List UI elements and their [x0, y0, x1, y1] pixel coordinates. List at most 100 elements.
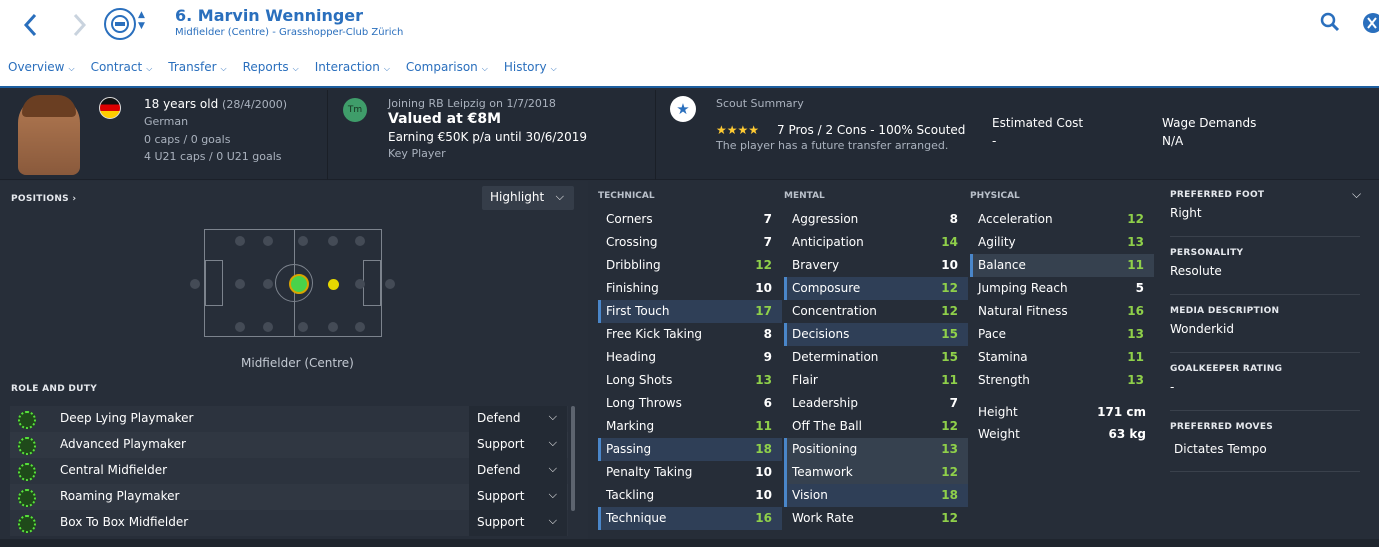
scout-star-icon[interactable]: ★ — [670, 96, 696, 122]
attribute-name: Bravery — [792, 258, 840, 272]
attribute-name: Natural Fitness — [978, 304, 1068, 318]
club-badge[interactable]: Tm — [343, 98, 367, 122]
attribute-value: 13 — [941, 442, 958, 456]
position-dot — [355, 322, 365, 332]
globe-icon[interactable] — [1362, 12, 1379, 34]
tab-transfer[interactable]: Transfer ⌵ — [168, 60, 226, 80]
forward-arrow-icon[interactable] — [64, 10, 94, 40]
attribute-row[interactable]: Free Kick Taking 8 — [598, 323, 782, 346]
side-info-panel: PREFERRED FOOT Right ⌵ PERSONALITY Resol… — [1160, 181, 1370, 539]
attribute-row[interactable]: Determination 15 — [784, 346, 968, 369]
role-row[interactable]: Deep Lying Playmaker Defend ⌵ — [10, 406, 568, 432]
attribute-row[interactable]: Technique 16 — [598, 507, 782, 530]
role-name: Roaming Playmaker — [60, 489, 180, 503]
role-name: Advanced Playmaker — [60, 437, 186, 451]
club-crest-icon[interactable] — [104, 8, 136, 40]
preferred-move[interactable]: Dictates Tempo — [1174, 442, 1360, 456]
role-row[interactable]: Central Midfielder Defend ⌵ — [10, 458, 568, 484]
position-dot — [298, 322, 308, 332]
attribute-row[interactable]: Passing 18 — [598, 438, 782, 461]
role-row[interactable]: Box To Box Midfielder Support ⌵ — [10, 510, 568, 536]
tab-comparison[interactable]: Comparison ⌵ — [406, 60, 488, 80]
weight-value: 63 kg — [1108, 427, 1146, 441]
chevron-down-icon: ⌵ — [555, 190, 564, 203]
role-row[interactable]: Advanced Playmaker Support ⌵ — [10, 432, 568, 458]
attribute-row[interactable]: Bravery 10 — [784, 254, 968, 277]
attribute-row[interactable]: Leadership 7 — [784, 392, 968, 415]
attribute-row[interactable]: Finishing 10 — [598, 277, 782, 300]
attribute-value: 12 — [941, 511, 958, 525]
duty-dropdown[interactable]: Support ⌵ — [469, 484, 567, 510]
attribute-row[interactable]: Positioning 13 — [784, 438, 968, 461]
player-age: 18 years old — [144, 97, 219, 111]
wage-value: N/A — [1162, 134, 1184, 148]
search-icon[interactable] — [1320, 12, 1340, 32]
chevron-down-icon[interactable]: ⌵ — [1352, 187, 1361, 202]
attribute-name: Free Kick Taking — [606, 327, 703, 341]
positions-link[interactable]: POSITIONS › — [11, 194, 76, 204]
attribute-row[interactable]: Crossing 7 — [598, 231, 782, 254]
attribute-row[interactable]: Agility 13 — [970, 231, 1154, 254]
attribute-name: Balance — [978, 258, 1026, 272]
attribute-row[interactable]: Teamwork 12 — [784, 461, 968, 484]
tab-interaction[interactable]: Interaction ⌵ — [315, 60, 390, 80]
attribute-row[interactable]: Long Throws 6 — [598, 392, 782, 415]
attribute-row[interactable]: Jumping Reach 5 — [970, 277, 1154, 300]
attribute-row[interactable]: Flair 11 — [784, 369, 968, 392]
attribute-row[interactable]: First Touch 17 — [598, 300, 782, 323]
natural-position-marker — [289, 274, 309, 294]
attribute-row[interactable]: Heading 9 — [598, 346, 782, 369]
attribute-row[interactable]: Tackling 10 — [598, 484, 782, 507]
tab-reports[interactable]: Reports ⌵ — [243, 60, 299, 80]
position-dot — [263, 279, 273, 289]
tab-history[interactable]: History ⌵ — [504, 60, 557, 80]
attribute-row[interactable]: Penalty Taking 10 — [598, 461, 782, 484]
attribute-row[interactable]: Vision 18 — [784, 484, 968, 507]
duty-dropdown[interactable]: Defend ⌵ — [469, 406, 567, 432]
divider — [327, 90, 328, 180]
attribute-row[interactable]: Natural Fitness 16 — [970, 300, 1154, 323]
attribute-row[interactable]: Anticipation 14 — [784, 231, 968, 254]
position-dot — [328, 322, 338, 332]
roles-scrollbar[interactable] — [571, 406, 575, 511]
attribute-row[interactable]: Off The Ball 12 — [784, 415, 968, 438]
technical-heading: TECHNICAL — [598, 191, 655, 201]
scout-note: The player has a future transfer arrange… — [716, 139, 949, 152]
chevron-down-icon: ⌵ — [548, 436, 557, 449]
back-arrow-icon[interactable] — [16, 10, 46, 40]
role-rating-icon — [18, 489, 36, 507]
highlight-dropdown[interactable]: Highlight ⌵ — [482, 186, 574, 210]
attribute-row[interactable]: Pace 13 — [970, 323, 1154, 346]
germany-flag-icon[interactable] — [99, 97, 121, 119]
attribute-row[interactable]: Decisions 15 — [784, 323, 968, 346]
crest-switch-icon[interactable]: ▲ ▼ — [138, 10, 145, 32]
attribute-row[interactable]: Long Shots 13 — [598, 369, 782, 392]
attribute-row[interactable]: Corners 7 — [598, 208, 782, 231]
attribute-value: 12 — [941, 465, 958, 479]
player-subtitle[interactable]: Midfielder (Centre) - Grasshopper-Club Z… — [175, 27, 403, 38]
attribute-row[interactable]: Work Rate 12 — [784, 507, 968, 530]
attribute-row[interactable]: Composure 12 — [784, 277, 968, 300]
attribute-row[interactable]: Aggression 8 — [784, 208, 968, 231]
duty-dropdown[interactable]: Support ⌵ — [469, 432, 567, 458]
duty-dropdown[interactable]: Defend ⌵ — [469, 458, 567, 484]
attribute-name: Agility — [978, 235, 1016, 249]
attribute-name: Stamina — [978, 350, 1028, 364]
attribute-value: 7 — [763, 235, 772, 249]
attribute-value: 18 — [755, 442, 772, 456]
attribute-row[interactable]: Strength 13 — [970, 369, 1154, 392]
tab-overview[interactable]: Overview ⌵ — [8, 60, 75, 80]
attribute-row[interactable]: Acceleration 12 — [970, 208, 1154, 231]
attribute-row[interactable]: Marking 11 — [598, 415, 782, 438]
attribute-name: Penalty Taking — [606, 465, 693, 479]
attribute-value: 13 — [755, 373, 772, 387]
position-dot — [328, 236, 338, 246]
role-row[interactable]: Roaming Playmaker Support ⌵ — [10, 484, 568, 510]
attribute-row[interactable]: Stamina 11 — [970, 346, 1154, 369]
attribute-value: 18 — [941, 488, 958, 502]
attribute-row[interactable]: Balance 11 — [970, 254, 1154, 277]
attribute-row[interactable]: Dribbling 12 — [598, 254, 782, 277]
attribute-row[interactable]: Concentration 12 — [784, 300, 968, 323]
tab-contract[interactable]: Contract ⌵ — [91, 60, 153, 80]
duty-dropdown[interactable]: Support ⌵ — [469, 510, 567, 536]
